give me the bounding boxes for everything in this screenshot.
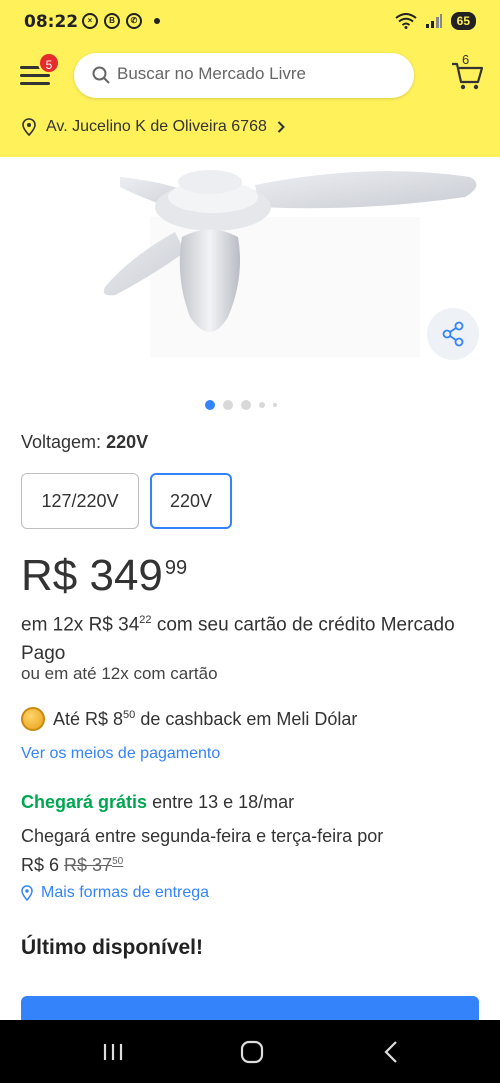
price-cents: 99: [164, 557, 188, 579]
carousel-dot[interactable]: [259, 402, 265, 408]
search-icon: [92, 66, 110, 84]
more-notifications-icon: [154, 18, 160, 24]
product-price: R$ 349 99: [21, 551, 188, 600]
free-shipping-info: Chegará grátis entre 13 e 18/mar: [21, 792, 295, 812]
android-navigation-bar: [0, 1020, 500, 1083]
app-header: 08:22 × B ✆ 65 5 6 Av. Jucelino K de Oli…: [0, 0, 500, 157]
notification-icons: × B ✆: [82, 13, 160, 29]
shipping-price: R$ 6: [21, 855, 60, 875]
installment-alternative: ou em até 12x com cartão: [21, 664, 218, 683]
voltage-selected-value: 220V: [106, 432, 149, 452]
share-icon: [442, 321, 464, 347]
delivery-address[interactable]: Av. Jucelino K de Oliveira 6768: [22, 118, 285, 136]
meli-dollar-coin-icon: [21, 707, 45, 731]
recent-apps-icon[interactable]: [98, 1038, 128, 1066]
whatsapp-icon: ✆: [126, 13, 142, 29]
voltage-option-127-220v[interactable]: 127/220V: [21, 473, 139, 529]
ceiling-fan-image: [103, 170, 477, 357]
signal-icon: [425, 14, 442, 28]
voltage-label: Voltagem: 220V: [21, 432, 149, 452]
shipping-old-price: R$ 3750: [64, 855, 124, 875]
search-input[interactable]: [117, 64, 397, 84]
carousel-dot[interactable]: [223, 400, 233, 410]
status-right: 65: [395, 12, 476, 30]
location-pin-icon: [22, 118, 36, 136]
share-button[interactable]: [427, 308, 479, 360]
payment-methods-link[interactable]: Ver os meios de pagamento: [21, 745, 220, 763]
voltage-option-220v[interactable]: 220V: [150, 473, 232, 529]
stock-status: Último disponível!: [21, 936, 204, 959]
battery-icon: 65: [450, 12, 476, 30]
back-icon[interactable]: [377, 1038, 407, 1066]
product-image[interactable]: [0, 157, 500, 377]
chevron-right-icon: [277, 121, 285, 133]
address-text: Av. Jucelino K de Oliveira 6768: [46, 118, 267, 135]
paid-shipping-info: Chegará entre segunda-feira e terça-feir…: [21, 826, 384, 875]
search-bar[interactable]: [74, 53, 414, 98]
carousel-dot[interactable]: [241, 400, 251, 410]
home-icon[interactable]: [237, 1038, 267, 1066]
location-pin-icon: [21, 885, 33, 901]
cashback-info: Até R$ 850 de cashback em Meli Dólar: [21, 707, 357, 731]
image-carousel-dots: [205, 400, 277, 410]
carousel-dot[interactable]: [205, 400, 215, 410]
menu-notification-badge: 5: [38, 52, 60, 74]
xbox-icon: ×: [82, 13, 98, 29]
more-shipping-options-link[interactable]: Mais formas de entrega: [21, 884, 209, 902]
cart-count: 6: [462, 52, 470, 67]
status-bar: 08:22 × B ✆ 65: [0, 0, 500, 44]
b-app-icon: B: [104, 13, 120, 29]
status-time: 08:22: [24, 12, 79, 32]
installment-info: em 12x R$ 3422 com seu cartão de crédito…: [21, 614, 455, 665]
free-shipping-label: Chegará grátis: [21, 792, 148, 812]
carousel-dot[interactable]: [273, 403, 277, 407]
wifi-icon: [395, 13, 417, 29]
